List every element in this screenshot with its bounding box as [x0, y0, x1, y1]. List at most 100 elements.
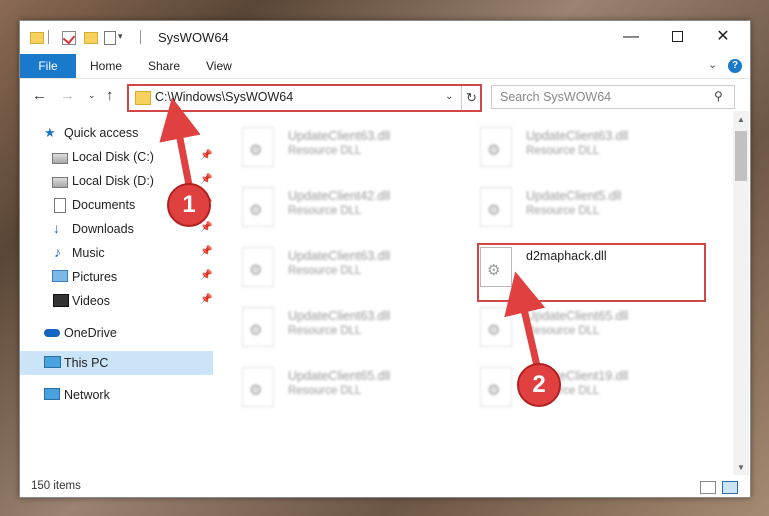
- music-icon: ♪: [54, 244, 61, 260]
- sidebar-item-music[interactable]: ♪ Music 📌: [20, 241, 213, 265]
- details-view-icon[interactable]: [700, 481, 716, 494]
- sidebar-item-label: Quick access: [64, 126, 139, 140]
- download-icon: ↓: [53, 220, 60, 236]
- sidebar-item-videos[interactable]: Videos 📌: [20, 289, 213, 313]
- sidebar-item-this-pc[interactable]: This PC: [20, 351, 213, 375]
- file-type: Resource DLL: [526, 145, 600, 157]
- close-button[interactable]: ✕: [700, 21, 746, 53]
- customize-toolbar-chevron-icon[interactable]: ▾: [118, 31, 123, 42]
- tab-file[interactable]: File: [20, 54, 76, 78]
- forward-button[interactable]: →: [60, 87, 75, 104]
- vertical-scrollbar[interactable]: ▲ ▼: [733, 111, 749, 475]
- search-placeholder: Search SysWOW64: [500, 90, 612, 104]
- file-name: UpdateClient63.dll: [288, 309, 391, 323]
- file-list: UpdateClient63.dll Resource DLL UpdateCl…: [220, 117, 732, 475]
- pin-icon[interactable]: 📌: [200, 150, 212, 161]
- help-icon[interactable]: ?: [728, 59, 742, 73]
- file-item[interactable]: UpdateClient65.dll Resource DLL: [458, 299, 658, 349]
- sidebar-item-pictures[interactable]: Pictures 📌: [20, 265, 213, 289]
- pin-icon[interactable]: 📌: [200, 270, 212, 281]
- sidebar-item-quick-access[interactable]: ★ Quick access: [20, 121, 213, 145]
- refresh-button[interactable]: ↻: [461, 86, 481, 110]
- dll-file-icon: [480, 367, 512, 407]
- scroll-up-arrow-icon[interactable]: ▲: [737, 115, 745, 124]
- file-explorer-window: ▾ SysWOW64 — ✕ File Home Share View ⌄ ? …: [19, 20, 751, 498]
- tab-share[interactable]: Share: [148, 54, 180, 78]
- file-type: Resource DLL: [288, 205, 362, 217]
- sidebar-item-label: Pictures: [72, 270, 118, 284]
- file-item[interactable]: UpdateClient42.dll Resource DLL: [220, 179, 420, 229]
- dll-file-icon: [242, 367, 274, 407]
- tab-view[interactable]: View: [206, 54, 232, 78]
- pin-icon[interactable]: 📌: [200, 174, 212, 185]
- sidebar-item-label: Videos: [72, 294, 110, 308]
- sidebar-item-label: Documents: [72, 198, 136, 212]
- file-item[interactable]: UpdateClient63.dll Resource DLL: [458, 119, 658, 169]
- pin-icon[interactable]: 📌: [200, 222, 212, 233]
- minimize-button[interactable]: —: [608, 21, 654, 53]
- properties-check-icon[interactable]: [62, 31, 76, 45]
- file-item[interactable]: UpdateClient5.dll Resource DLL: [458, 179, 658, 229]
- maximize-button[interactable]: [654, 21, 700, 53]
- sidebar-item-label: OneDrive: [64, 326, 117, 340]
- address-bar[interactable]: C:\Windows\SysWOW64 ⌄ ↻: [127, 84, 482, 112]
- file-name: UpdateClient63.dll: [526, 129, 629, 143]
- computer-icon: [44, 356, 61, 368]
- file-type: Resource DLL: [526, 325, 600, 337]
- sidebar-item-label: Local Disk (D:): [72, 174, 154, 188]
- file-item[interactable]: UpdateClient63.dll Resource DLL: [220, 299, 420, 349]
- search-icon[interactable]: ⚲: [714, 89, 723, 103]
- quick-access-divider: [48, 30, 49, 44]
- onedrive-icon: [44, 329, 60, 337]
- star-icon: ★: [44, 125, 56, 140]
- up-button[interactable]: ↑: [106, 87, 114, 104]
- status-bar: 150 items: [20, 477, 750, 497]
- sidebar-item-label: Music: [72, 246, 105, 260]
- back-button[interactable]: ←: [32, 87, 47, 104]
- file-item[interactable]: UpdateClient65.dll Resource DLL: [220, 359, 420, 409]
- highlight-box: [477, 243, 706, 302]
- file-item[interactable]: UpdateClient63.dll Resource DLL: [220, 119, 420, 169]
- scroll-down-arrow-icon[interactable]: ▼: [737, 463, 745, 472]
- step-2-badge: 2: [517, 363, 561, 407]
- file-name: UpdateClient63.dll: [288, 249, 391, 263]
- pin-icon[interactable]: 📌: [200, 246, 212, 257]
- title-bar: ▾ SysWOW64 — ✕: [20, 21, 750, 53]
- file-name: UpdateClient42.dll: [288, 189, 391, 203]
- large-icons-view-icon[interactable]: [722, 481, 738, 494]
- address-dropdown-chevron-icon[interactable]: ⌄: [445, 91, 453, 102]
- sidebar-item-local-disk-c[interactable]: Local Disk (C:) 📌: [20, 145, 213, 169]
- file-name: UpdateClient63.dll: [288, 129, 391, 143]
- recent-locations-chevron-icon[interactable]: ⌄: [88, 90, 96, 101]
- dll-file-icon: [242, 247, 274, 287]
- file-type: Resource DLL: [288, 325, 362, 337]
- dll-file-icon: [480, 127, 512, 167]
- address-path[interactable]: C:\Windows\SysWOW64: [155, 90, 293, 104]
- tab-home[interactable]: Home: [90, 54, 122, 78]
- disk-icon: [52, 177, 68, 188]
- title-divider: [140, 30, 141, 44]
- file-type: Resource DLL: [526, 205, 600, 217]
- sidebar-item-label: Local Disk (C:): [72, 150, 154, 164]
- maximize-icon: [671, 31, 683, 43]
- scrollbar-thumb[interactable]: [735, 131, 747, 181]
- sidebar-item-label: Downloads: [72, 222, 134, 236]
- network-icon: [44, 388, 60, 400]
- sidebar-item-network[interactable]: Network: [20, 383, 213, 407]
- item-count: 150 items: [31, 480, 81, 492]
- file-type: Resource DLL: [288, 265, 362, 277]
- dll-file-icon: [480, 307, 512, 347]
- expand-ribbon-chevron-icon[interactable]: ⌄: [708, 58, 717, 71]
- file-item[interactable]: UpdateClient63.dll Resource DLL: [220, 239, 420, 289]
- dll-file-icon: [242, 127, 274, 167]
- dll-file-icon: [242, 187, 274, 227]
- dll-file-icon: [242, 307, 274, 347]
- folder-icon[interactable]: [30, 32, 44, 44]
- document-icon: [54, 198, 66, 213]
- properties-icon[interactable]: [104, 31, 116, 45]
- new-folder-icon[interactable]: [84, 32, 98, 44]
- sidebar-item-onedrive[interactable]: OneDrive: [20, 321, 213, 345]
- pin-icon[interactable]: 📌: [200, 294, 212, 305]
- search-input[interactable]: Search SysWOW64 ⚲: [491, 85, 735, 109]
- file-name: UpdateClient65.dll: [288, 369, 391, 383]
